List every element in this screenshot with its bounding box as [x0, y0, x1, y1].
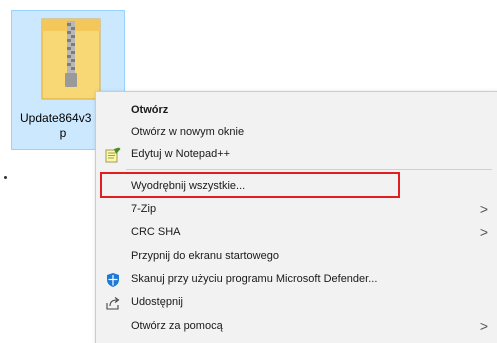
menu-item-crc-sha[interactable]: CRC SHA >: [96, 222, 496, 243]
menu-item-open[interactable]: Otwórz: [96, 100, 496, 121]
chevron-right-icon: >: [479, 318, 488, 334]
menu-item-edit-notepad[interactable]: Edytuj w Notepad++: [96, 144, 496, 165]
menu-separator: [126, 169, 492, 170]
context-menu: Otwórz Otwórz w nowym oknie Edytuj w Not…: [95, 91, 497, 343]
menu-item-label: Skanuj przy użyciu programu Microsoft De…: [131, 273, 378, 285]
chevron-right-icon: >: [479, 224, 488, 240]
menu-item-label: Otwórz za pomocą: [131, 320, 223, 332]
menu-item-label: Przypnij do ekranu startowego: [131, 250, 279, 262]
menu-item-label: Edytuj w Notepad++: [131, 148, 231, 160]
zipped-folder-icon: [41, 18, 101, 100]
menu-item-label: 7-Zip: [131, 203, 157, 215]
menu-item-label: Otwórz w nowym oknie: [131, 126, 245, 138]
menu-item-label: Udostępnij: [131, 296, 183, 308]
stray-dot: [4, 176, 7, 179]
defender-shield-icon: [107, 273, 119, 287]
menu-item-open-with[interactable]: Otwórz za pomocą >: [96, 316, 496, 337]
menu-item-share[interactable]: Udostępnij: [96, 292, 496, 313]
menu-item-label: Otwórz: [131, 104, 169, 116]
red-highlight-annotation: [100, 172, 400, 198]
menu-item-pin-to-start[interactable]: Przypnij do ekranu startowego: [96, 246, 496, 267]
share-icon: [106, 297, 120, 310]
menu-item-open-new-window[interactable]: Otwórz w nowym oknie: [96, 122, 496, 143]
chevron-right-icon: >: [479, 201, 488, 217]
menu-item-scan-defender[interactable]: Skanuj przy użyciu programu Microsoft De…: [96, 269, 496, 290]
menu-item-label: CRC SHA: [131, 226, 181, 238]
notepad-plus-plus-icon: [105, 147, 121, 163]
menu-item-7zip[interactable]: 7-Zip >: [96, 199, 496, 220]
file-name-line1: Update864v3: [20, 111, 92, 125]
